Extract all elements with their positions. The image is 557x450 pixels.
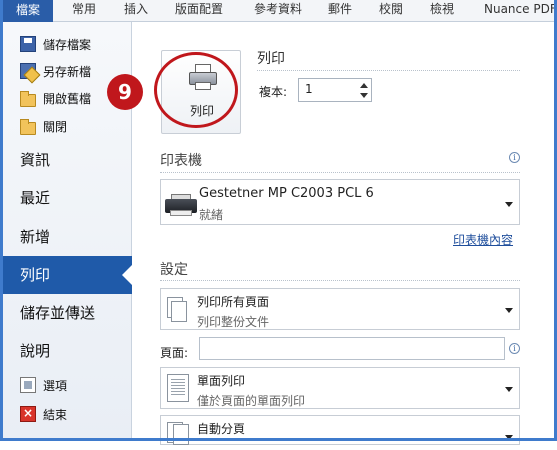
tab-mailings[interactable]: 郵件 xyxy=(328,0,352,22)
sidebar-item-label: 選項 xyxy=(43,378,68,393)
print-title: 列印 xyxy=(257,51,285,67)
sidebar-item-label: 關閉 xyxy=(43,119,68,134)
open-folder-icon xyxy=(20,90,36,107)
options-icon xyxy=(20,377,36,393)
save-as-icon xyxy=(20,63,36,79)
printer-properties-link[interactable]: 印表機內容 xyxy=(453,231,513,248)
sidebar-item-label: 列印 xyxy=(20,266,51,284)
tab-nuance-pdf[interactable]: Nuance PDF xyxy=(484,0,557,22)
sidebar-item-label: 儲存檔案 xyxy=(43,37,92,52)
printer-section-title: 印表機 xyxy=(160,153,202,169)
ribbon: 檔案 常用 插入 版面配置 參考資料 郵件 校閱 檢視 Nuance PDF xyxy=(0,0,557,22)
sidebar-item-save-send[interactable]: 儲存並傳送 xyxy=(3,294,132,332)
tab-insert[interactable]: 插入 xyxy=(124,0,148,22)
info-icon[interactable]: i xyxy=(509,343,520,354)
exit-icon: × xyxy=(20,406,36,422)
copies-label: 複本: xyxy=(259,85,288,99)
step-badge: 9 xyxy=(107,74,143,110)
sidebar-item-label: 結束 xyxy=(43,407,68,422)
spin-up-icon[interactable] xyxy=(359,81,369,90)
print-range-main: 列印所有頁面 xyxy=(197,295,270,309)
single-sided-icon xyxy=(167,374,189,402)
chevron-down-icon xyxy=(505,202,513,207)
chevron-down-icon xyxy=(505,308,513,313)
spin-down-icon[interactable] xyxy=(359,91,369,100)
sidebar-item-label: 另存新檔 xyxy=(43,64,92,79)
sidebar-item-save[interactable]: 儲存檔案 xyxy=(3,32,132,56)
info-icon[interactable]: i xyxy=(509,152,520,163)
sides-dropdown[interactable]: 單面列印 僅於頁面的單面列印 xyxy=(160,367,520,409)
print-range-dropdown[interactable]: 列印所有頁面 列印整份文件 xyxy=(160,288,520,330)
tab-home[interactable]: 常用 xyxy=(72,0,96,22)
pages-label: 頁面: xyxy=(160,346,189,360)
print-range-sub: 列印整份文件 xyxy=(197,315,270,329)
divider xyxy=(160,172,520,173)
sidebar-item-exit[interactable]: × 結束 xyxy=(3,402,132,426)
sidebar-item-label: 開啟舊檔 xyxy=(43,91,92,106)
settings-section-title: 設定 xyxy=(160,262,188,278)
sidebar-item-help[interactable]: 說明 xyxy=(3,332,132,370)
highlight-circle xyxy=(154,52,238,128)
copies-value: 1 xyxy=(305,82,313,96)
print-pane: 列印 9 列印 複本: 1 印表機 i Gestetner MP C2003 P… xyxy=(107,22,554,445)
printer-icon xyxy=(165,194,197,216)
sidebar-item-recent[interactable]: 最近 xyxy=(3,179,132,217)
sidebar-item-options[interactable]: 選項 xyxy=(3,373,132,397)
sidebar-item-new[interactable]: 新增 xyxy=(3,218,132,256)
tab-layout[interactable]: 版面配置 xyxy=(175,0,223,22)
printer-status: 就緒 xyxy=(199,208,224,222)
close-folder-icon xyxy=(20,118,36,135)
copies-stepper[interactable]: 1 xyxy=(298,78,372,102)
active-arrow-icon xyxy=(122,264,133,286)
sides-main: 單面列印 xyxy=(197,374,246,388)
sidebar-item-print[interactable]: 列印 xyxy=(3,256,133,294)
pages-input[interactable] xyxy=(199,337,505,360)
collate-main: 自動分頁 xyxy=(197,422,246,436)
printer-name: Gestetner MP C2003 PCL 6 xyxy=(199,186,374,201)
sidebar-item-info[interactable]: 資訊 xyxy=(3,141,132,179)
printer-dropdown[interactable]: Gestetner MP C2003 PCL 6 就緒 xyxy=(160,179,520,225)
tab-references[interactable]: 參考資料 xyxy=(254,0,302,22)
collate-icon xyxy=(167,422,189,450)
divider xyxy=(257,70,520,71)
pages-icon xyxy=(167,297,189,325)
chevron-down-icon xyxy=(505,387,513,392)
tab-file[interactable]: 檔案 xyxy=(3,0,53,22)
tab-review[interactable]: 校閱 xyxy=(379,0,403,22)
divider xyxy=(160,280,520,281)
sidebar-item-close[interactable]: 關閉 xyxy=(3,114,132,138)
chevron-down-icon xyxy=(505,435,513,440)
tab-view[interactable]: 檢視 xyxy=(430,0,454,22)
save-icon xyxy=(20,36,36,52)
sides-sub: 僅於頁面的單面列印 xyxy=(197,394,306,408)
